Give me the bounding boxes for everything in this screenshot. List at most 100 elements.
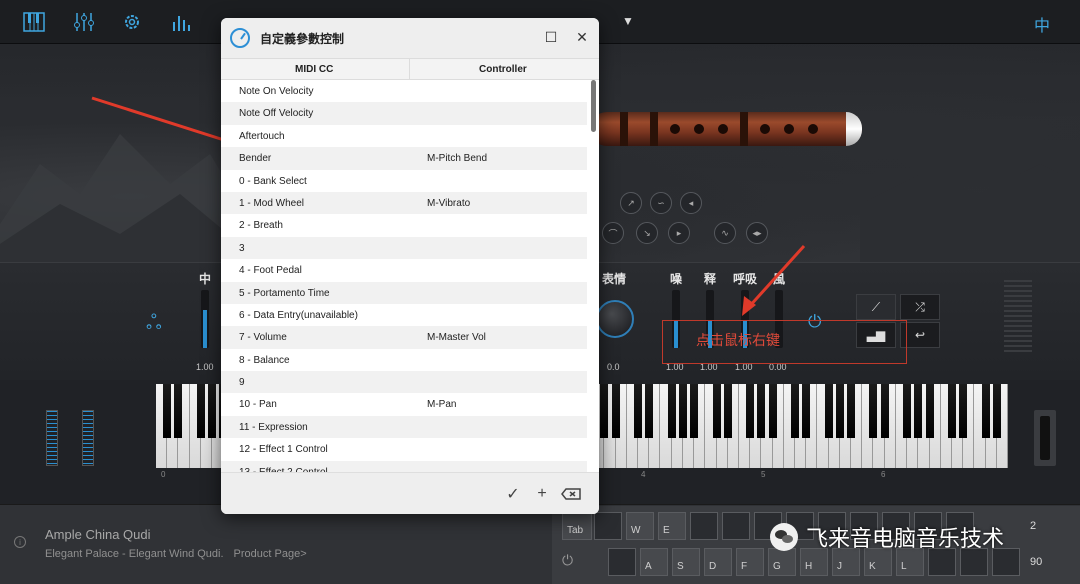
table-row[interactable]: 7 - Volume M-Master Vol <box>221 326 587 349</box>
black-key[interactable] <box>992 384 1001 438</box>
gear-icon[interactable] <box>120 10 144 34</box>
table-row[interactable]: 2 - Breath <box>221 214 587 236</box>
table-row[interactable]: 4 - Foot Pedal <box>221 259 587 281</box>
black-key[interactable] <box>914 384 923 438</box>
column-header-controller[interactable]: Controller <box>479 64 527 75</box>
black-key[interactable] <box>712 384 721 438</box>
articulation-forward-button[interactable]: ▸ <box>668 222 690 244</box>
black-key[interactable] <box>174 384 183 438</box>
table-row[interactable]: Bender M-Pitch Bend <box>221 147 587 170</box>
qwerty-key[interactable] <box>608 548 636 576</box>
controller-cell[interactable]: M-Master Vol <box>427 332 486 343</box>
table-row[interactable]: 6 - Data Entry(unavailable) <box>221 304 587 326</box>
black-key[interactable] <box>947 384 956 438</box>
articulation-slide-up-button[interactable]: ↗ <box>620 192 642 214</box>
mixer-icon[interactable] <box>72 10 96 34</box>
black-key[interactable] <box>925 384 934 438</box>
black-key[interactable] <box>757 384 766 438</box>
random-mode-button[interactable]: ⤮ <box>900 294 940 320</box>
qwerty-key[interactable]: D <box>704 548 732 576</box>
black-key[interactable] <box>768 384 777 438</box>
close-button[interactable]: ✕ <box>573 28 591 46</box>
preset-dropdown-caret-icon[interactable]: ▼ <box>622 14 634 28</box>
product-page-link[interactable]: Product Page> <box>234 548 307 560</box>
table-row[interactable]: Aftertouch <box>221 125 587 147</box>
black-key[interactable] <box>208 384 217 438</box>
black-key[interactable] <box>903 384 912 438</box>
qwerty-key[interactable]: W <box>626 512 654 540</box>
language-toggle[interactable]: 中 <box>1034 12 1050 36</box>
qwerty-key[interactable] <box>690 512 718 540</box>
black-key[interactable] <box>163 384 172 438</box>
qwerty-key[interactable]: S <box>672 548 700 576</box>
qwerty-key[interactable] <box>722 512 750 540</box>
sustain-pedal-icon[interactable] <box>1034 410 1056 466</box>
articulation-split-button[interactable]: ◂▸ <box>746 222 768 244</box>
qwerty-key[interactable]: F <box>736 548 764 576</box>
table-row[interactable]: Note On Velocity <box>221 80 587 102</box>
octave-label: 5 <box>761 470 766 479</box>
black-key[interactable] <box>634 384 643 438</box>
controller-cell[interactable]: M-Pan <box>427 399 456 410</box>
pitch-wheel[interactable] <box>46 410 58 466</box>
black-key[interactable] <box>824 384 833 438</box>
articulation-trill-button[interactable]: ∿ <box>714 222 736 244</box>
piano-icon[interactable] <box>22 10 46 34</box>
black-key[interactable] <box>746 384 755 438</box>
black-key[interactable] <box>611 384 620 438</box>
tempo-value[interactable]: 90 <box>1030 556 1042 568</box>
table-row[interactable]: 0 - Bank Select <box>221 170 587 192</box>
legato-mode-button[interactable]: ⟋ <box>856 294 896 320</box>
delete-icon[interactable] <box>560 485 582 503</box>
articulation-turn-button[interactable]: ∽ <box>650 192 672 214</box>
power-icon-bottom[interactable]: ⏻ <box>562 552 573 569</box>
mid-label: 中 <box>199 272 212 286</box>
expression-value: 0.0 <box>607 362 620 372</box>
black-key[interactable] <box>645 384 654 438</box>
black-key[interactable] <box>959 384 968 438</box>
qwerty-key[interactable] <box>594 512 622 540</box>
controller-cell[interactable]: M-Pitch Bend <box>427 153 487 164</box>
table-scrollbar[interactable] <box>591 80 596 132</box>
black-key[interactable] <box>847 384 856 438</box>
black-key[interactable] <box>678 384 687 438</box>
black-key[interactable] <box>835 384 844 438</box>
table-row[interactable]: 3 <box>221 236 587 260</box>
table-row[interactable]: 12 - Effect 1 Control <box>221 438 587 460</box>
controller-cell[interactable]: M-Vibrato <box>427 198 470 209</box>
articulation-bend-button[interactable]: ⌒ <box>602 222 624 244</box>
black-key[interactable] <box>723 384 732 438</box>
articulation-rewind-button[interactable]: ◂ <box>680 192 702 214</box>
maximize-button[interactable]: ☐ <box>542 28 560 46</box>
spectrum-icon[interactable] <box>170 10 194 34</box>
articulation-slide-down-button[interactable]: ↘ <box>636 222 658 244</box>
mod-wheel[interactable] <box>82 410 94 466</box>
confirm-check-icon[interactable]: ✓ <box>504 485 522 503</box>
info-icon[interactable]: i <box>14 536 26 548</box>
table-row[interactable]: 8 - Balance <box>221 349 587 371</box>
column-header-midi-cc[interactable]: MIDI CC <box>295 64 333 75</box>
table-row[interactable]: 1 - Mod Wheel M-Vibrato <box>221 191 587 215</box>
qwerty-key[interactable]: E <box>658 512 686 540</box>
black-key[interactable] <box>791 384 799 438</box>
table-row[interactable]: 13 - Effect 2 Control <box>221 460 587 472</box>
table-row[interactable]: 10 - Pan M-Pan <box>221 393 587 415</box>
qwerty-key[interactable]: A <box>640 548 668 576</box>
table-row[interactable]: 5 - Portamento Time <box>221 281 587 304</box>
black-key[interactable] <box>196 384 205 438</box>
black-key[interactable] <box>667 384 676 438</box>
link-icon[interactable]: ஃ <box>146 312 162 337</box>
table-row[interactable]: 9 <box>221 371 587 394</box>
black-key[interactable] <box>802 384 811 438</box>
table-row[interactable]: Note Off Velocity <box>221 102 587 125</box>
table-row[interactable]: 11 - Expression <box>221 415 587 439</box>
mid-slider[interactable] <box>201 290 209 348</box>
qwerty-key[interactable]: Tab <box>562 512 592 540</box>
black-key[interactable] <box>880 384 889 438</box>
black-key[interactable] <box>600 384 609 438</box>
black-key[interactable] <box>869 384 878 438</box>
add-icon[interactable]: + <box>533 485 551 503</box>
expression-knob[interactable] <box>596 300 634 338</box>
black-key[interactable] <box>981 384 990 438</box>
black-key[interactable] <box>690 384 699 438</box>
